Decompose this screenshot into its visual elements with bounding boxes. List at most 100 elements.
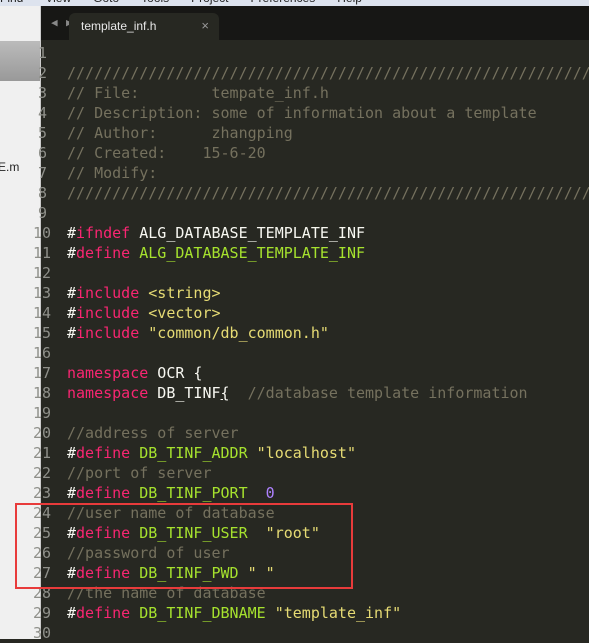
- menu-item-goto[interactable]: Goto: [93, 0, 119, 5]
- token: #: [67, 224, 77, 242]
- token: #: [67, 324, 77, 342]
- code-line: 14 #include <vector>: [33, 303, 589, 323]
- tab-title: template_inf.h: [81, 19, 157, 33]
- line-text: #define DB_TINF_ADDR "localhost": [67, 443, 356, 463]
- line-number: 15: [33, 324, 52, 342]
- line-number: 21: [33, 444, 52, 462]
- line-number: 29: [33, 604, 52, 622]
- code-line: 16: [33, 343, 589, 363]
- line-text: // Author: zhangping: [67, 123, 293, 143]
- token: ////////////////////////////////////////…: [67, 64, 589, 82]
- token: ////////////////////////////////////////…: [67, 184, 589, 202]
- token: "localhost": [247, 444, 356, 462]
- token: ifndef: [76, 224, 131, 242]
- line-number: 6: [37, 144, 47, 162]
- token: "common/db_common.h": [139, 324, 329, 342]
- code-line: 17 namespace OCR {: [33, 363, 589, 383]
- code-line: 19: [33, 403, 589, 423]
- line-number: 22: [33, 464, 52, 482]
- token: #: [67, 284, 77, 302]
- line-number: 18: [33, 384, 52, 402]
- token: define: [76, 484, 131, 502]
- line-text: #define ALG_DATABASE_TEMPLATE_INF: [67, 243, 365, 263]
- line-text: namespace DB_TINF{ //database template i…: [67, 383, 528, 403]
- menu-item-project[interactable]: Project: [191, 0, 228, 5]
- line-number: 4: [37, 104, 47, 122]
- token: define: [76, 444, 131, 462]
- code-line: 2 ///////////////////////////////////////…: [38, 63, 589, 83]
- code-line: 8 ///////////////////////////////////////…: [38, 183, 589, 203]
- token: ALG_DATABASE_TEMPLATE_INF: [130, 244, 366, 262]
- token: #: [67, 484, 77, 502]
- token: "template_inf": [265, 604, 402, 622]
- sidebar-file-label[interactable]: E.m: [0, 160, 19, 174]
- code-line: 30: [33, 623, 589, 643]
- code-line: 9: [38, 203, 589, 223]
- line-number: 8: [37, 184, 47, 202]
- code-line: 3 // File: tempate_inf.h: [38, 83, 589, 103]
- token: DB_TINF_PORT: [130, 484, 248, 502]
- token: define: [76, 244, 131, 262]
- code-line: 29 #define DB_TINF_DBNAME "template_inf": [33, 603, 589, 623]
- token: #: [67, 444, 77, 462]
- line-number: 10: [33, 224, 52, 242]
- code-line: 10 #ifndef ALG_DATABASE_TEMPLATE_INF: [33, 223, 589, 243]
- code-line: 12: [33, 263, 589, 283]
- line-text: //address of server: [67, 423, 239, 443]
- code-line: 22 //port of server: [33, 463, 589, 483]
- line-text: #define DB_TINF_DBNAME "template_inf": [67, 603, 401, 623]
- code-line: 15 #include "common/db_common.h": [33, 323, 589, 343]
- code-line: 1: [38, 43, 589, 63]
- token: include: [76, 324, 140, 342]
- line-text: // Modify:: [67, 163, 157, 183]
- token: <string>: [139, 284, 221, 302]
- code-line: 18 namespace DB_TINF{ //database template…: [33, 383, 589, 403]
- token: OCR {: [148, 364, 203, 382]
- line-number: 9: [37, 204, 47, 222]
- line-number: 1: [37, 44, 47, 62]
- token: 0: [247, 484, 275, 502]
- line-number: 19: [33, 404, 52, 422]
- code-line: 11 #define ALG_DATABASE_TEMPLATE_INF: [33, 243, 589, 263]
- token: DB_TINF_DBNAME: [130, 604, 266, 622]
- token: #: [67, 244, 77, 262]
- token: DB_TINF: [148, 384, 221, 402]
- code-line: 5 // Author: zhangping: [38, 123, 589, 143]
- line-number: 7: [37, 164, 47, 182]
- menu-item-find[interactable]: Find: [0, 0, 23, 5]
- line-number: 3: [37, 84, 47, 102]
- menu-item-tools[interactable]: Tools: [141, 0, 169, 5]
- line-number: 30: [33, 624, 52, 642]
- menu-item-preferences[interactable]: Preferences: [251, 0, 316, 5]
- code-line: 20 //address of server: [33, 423, 589, 443]
- close-tab-icon[interactable]: ×: [201, 18, 209, 33]
- line-number: 5: [37, 124, 47, 142]
- tab-back-icon[interactable]: ◀: [51, 16, 58, 29]
- token: ALG_DATABASE_TEMPLATE_INF: [130, 224, 366, 242]
- code-line: 23 #define DB_TINF_PORT 0: [33, 483, 589, 503]
- tab-template-inf[interactable]: template_inf.h ×: [69, 13, 219, 40]
- token: <vector>: [139, 304, 221, 322]
- token: // File: tempate_inf.h: [67, 84, 329, 102]
- line-number: 13: [33, 284, 52, 302]
- line-text: // File: tempate_inf.h: [67, 83, 329, 103]
- token: //database template information: [229, 384, 528, 402]
- token: // Modify:: [67, 164, 158, 182]
- menu-item-help[interactable]: Help: [337, 0, 362, 5]
- menu-item-view[interactable]: View: [45, 0, 71, 5]
- token: #: [67, 604, 77, 622]
- line-text: namespace OCR {: [67, 363, 202, 383]
- line-number: 20: [33, 424, 52, 442]
- code-line: 6 // Created: 15-6-20: [38, 143, 589, 163]
- line-number: 11: [33, 244, 52, 262]
- line-text: #include <string>: [67, 283, 221, 303]
- token: // Created: 15-6-20: [67, 144, 266, 162]
- token: // Author: zhangping: [67, 124, 293, 142]
- highlight-box: [15, 503, 353, 589]
- line-text: #include <vector>: [67, 303, 221, 323]
- line-text: //port of server: [67, 463, 212, 483]
- token: namespace: [67, 364, 149, 382]
- token: DB_TINF_ADDR: [130, 444, 248, 462]
- token: namespace: [67, 384, 149, 402]
- token: include: [76, 284, 140, 302]
